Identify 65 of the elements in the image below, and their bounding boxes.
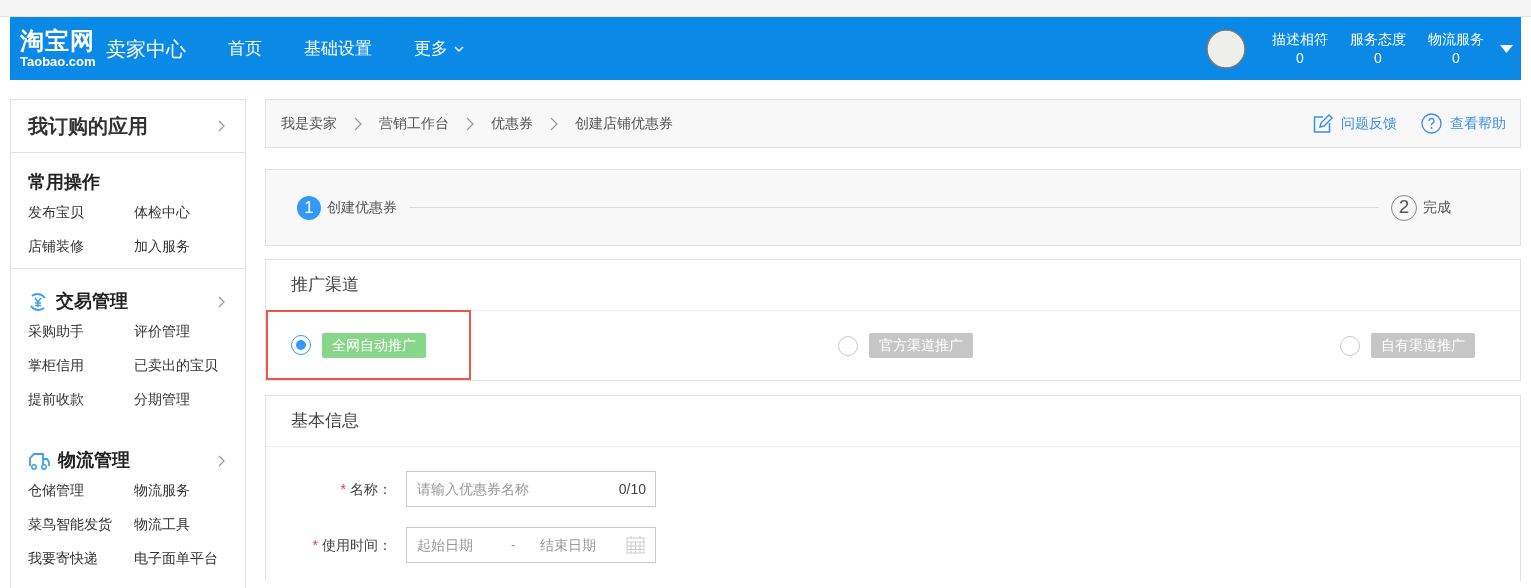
required-mark: * (340, 479, 346, 499)
sidebar-link[interactable]: 仓储管理 (28, 482, 134, 499)
sidebar-link[interactable]: 已卖出的宝贝 (134, 357, 228, 374)
sidebar-link[interactable]: 店铺装修 (28, 238, 134, 255)
section-title: 基本信息 (291, 410, 359, 433)
radio-button[interactable] (291, 335, 311, 355)
breadcrumb-link[interactable]: 营销工作台 (379, 113, 449, 134)
sidebar-link[interactable]: 物流工具 (134, 516, 228, 533)
sidebar-link[interactable]: 评价管理 (134, 323, 228, 340)
sidebar-link[interactable]: 菜鸟智能发货 (28, 516, 134, 533)
rating-value: 0 (1374, 48, 1382, 68)
chevron-right-icon (218, 454, 225, 467)
logo-text[interactable]: 淘宝网 (20, 29, 96, 53)
step-label: 完成 (1423, 198, 1451, 217)
section-heading[interactable]: 交易管理 (56, 288, 128, 315)
section-heading[interactable]: 物流管理 (58, 447, 130, 474)
sidebar-link[interactable]: 分期管理 (134, 391, 228, 408)
sidebar-link[interactable]: 发布宝贝 (28, 204, 134, 221)
rating-label: 物流服务 (1428, 29, 1484, 49)
calendar-icon (626, 536, 645, 554)
rating-value: 0 (1452, 48, 1460, 68)
site-title: 卖家中心 (105, 36, 186, 62)
chevron-right-icon (466, 116, 474, 131)
sidebar-link[interactable]: 电子面单平台 (134, 550, 228, 567)
help-icon (1421, 113, 1442, 134)
yen-icon (28, 291, 48, 312)
rating-label: 服务态度 (1350, 29, 1406, 49)
sidebar-link[interactable]: 体检中心 (134, 204, 228, 221)
chevron-right-icon (354, 116, 362, 131)
start-date-placeholder: 起始日期 (417, 535, 474, 555)
sidebar-link[interactable]: 采购助手 (28, 323, 134, 340)
char-counter: 0/10 (618, 480, 646, 499)
breadcrumb-link[interactable]: 我是卖家 (281, 113, 337, 134)
range-separator: - (511, 535, 516, 555)
logo-subtext[interactable]: Taobao.com (20, 55, 96, 68)
dropdown-icon[interactable] (1500, 44, 1513, 53)
step-label: 创建优惠券 (327, 198, 397, 217)
sidebar-link[interactable]: 加入服务 (134, 238, 228, 255)
breadcrumb-link[interactable]: 创建店铺优惠券 (575, 113, 673, 134)
section-title: 推广渠道 (291, 274, 359, 297)
sidebar-link[interactable]: 物流服务 (134, 482, 228, 499)
radio-button[interactable] (1340, 335, 1360, 356)
field-label: 名称： (350, 479, 392, 499)
chevron-right-icon (218, 295, 225, 308)
nav-link[interactable]: 更多 (413, 35, 464, 62)
field-label: 使用时间： (322, 535, 392, 555)
rating-label: 描述相符 (1272, 29, 1328, 49)
breadcrumb-link[interactable]: 优惠券 (491, 113, 533, 134)
truck-icon (28, 450, 50, 471)
required-mark: * (312, 535, 318, 555)
step-number: 1 (297, 195, 321, 220)
chevron-right-icon (218, 120, 225, 132)
rating-value: 0 (1296, 48, 1304, 68)
sidebar-heading[interactable]: 我订购的应用 (28, 111, 148, 141)
nav-link[interactable]: 首页 (227, 35, 262, 62)
sidebar-link[interactable]: 我要寄快递 (28, 550, 134, 567)
radio-button[interactable] (838, 335, 858, 356)
end-date-placeholder: 结束日期 (539, 535, 597, 555)
edit-icon (1313, 114, 1333, 133)
sidebar-link[interactable]: 掌柜信用 (28, 357, 134, 374)
nav-link[interactable]: 基础设置 (303, 35, 372, 62)
section-heading: 常用操作 (28, 171, 100, 194)
sidebar-link[interactable]: 提前收款 (28, 391, 134, 408)
avatar (1206, 28, 1246, 69)
chevron-right-icon (550, 116, 558, 131)
